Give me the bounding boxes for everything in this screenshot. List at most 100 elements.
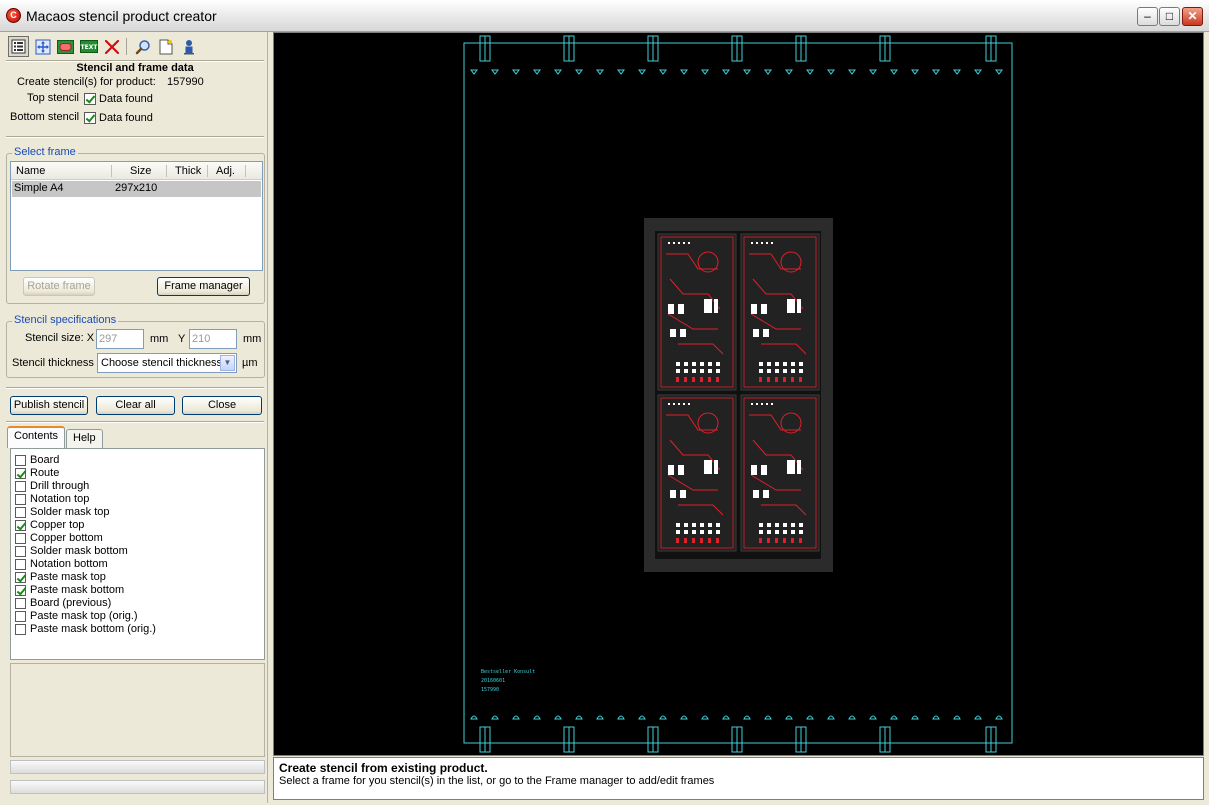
content-label: Paste mask top (orig.) <box>30 610 138 622</box>
frame-hole-marker <box>533 69 541 75</box>
content-checkbox[interactable] <box>15 585 26 596</box>
rotate-frame-button[interactable]: Rotate frame <box>23 277 95 296</box>
horizontal-scrollbar[interactable] <box>10 760 265 774</box>
frame-hole-marker <box>659 715 667 720</box>
layers-icon[interactable] <box>8 36 29 57</box>
content-checkbox[interactable] <box>15 507 26 518</box>
maximize-button[interactable]: □ <box>1159 7 1180 26</box>
column-adj[interactable]: Adj. <box>216 165 235 177</box>
pcb-pad <box>756 242 758 244</box>
table-row[interactable]: Simple A4 297x210 <box>12 181 261 197</box>
content-label: Copper top <box>30 519 85 531</box>
pcb-pad <box>668 465 674 475</box>
content-label: Drill through <box>30 480 90 492</box>
stencil-size-x-field[interactable]: 297 <box>96 329 144 349</box>
pcb-pad <box>700 530 704 534</box>
frame-size-cell: 297x210 <box>115 182 158 194</box>
pcb-pad <box>791 530 795 534</box>
frame-hole-marker <box>743 715 751 720</box>
frame-hole-marker <box>470 69 478 75</box>
pcb-pad <box>751 403 753 405</box>
zoom-icon[interactable] <box>132 36 153 57</box>
chevron-down-icon[interactable]: ▼ <box>220 355 235 371</box>
stencil-preview-canvas[interactable]: Bestseller Konsult 20160601 157990 <box>273 32 1204 756</box>
frame-hole-marker <box>932 715 940 720</box>
text-icon[interactable]: TEXT <box>78 36 99 57</box>
pcb-pad <box>676 538 679 543</box>
board-text-line: Bestseller Konsult <box>481 669 535 675</box>
frame-hole-marker <box>785 715 793 720</box>
content-label: Solder mask bottom <box>30 545 128 557</box>
column-size[interactable]: Size <box>130 165 151 177</box>
pcb-pad <box>708 538 711 543</box>
pcb-pad <box>767 377 770 382</box>
frame-manager-button[interactable]: Frame manager <box>157 277 250 296</box>
fit-view-icon[interactable] <box>32 36 53 57</box>
tab-contents[interactable]: Contents <box>7 426 66 448</box>
frame-hole-marker <box>491 715 499 720</box>
y-label: Y <box>178 333 186 345</box>
pcb-pad <box>700 362 704 366</box>
publish-stencil-button[interactable]: Publish stencil <box>10 396 88 415</box>
pcb-pad <box>692 377 695 382</box>
bottom-stencil-checkbox[interactable] <box>84 112 96 124</box>
pcb-pad <box>775 538 778 543</box>
tab-help[interactable]: Help <box>66 429 103 448</box>
window-title: Macaos stencil product creator <box>26 8 217 24</box>
frame-hole-marker <box>974 715 982 720</box>
frame-hole-marker <box>491 69 499 75</box>
top-stencil-checkbox[interactable] <box>84 93 96 105</box>
content-checkbox[interactable] <box>15 559 26 570</box>
new-document-icon[interactable] <box>155 36 176 57</box>
status-title: Create stencil from existing product. <box>279 761 488 775</box>
frame-hole-marker <box>953 69 961 75</box>
column-name[interactable]: Name <box>16 165 45 177</box>
frame-hole-marker <box>869 715 877 720</box>
content-checkbox[interactable] <box>15 533 26 544</box>
pcb-pad <box>716 377 719 382</box>
content-checkbox[interactable] <box>15 611 26 622</box>
horizontal-scrollbar[interactable] <box>10 780 265 794</box>
bottom-stencil-status: Data found <box>99 112 153 124</box>
contents-panel: Board Route Drill through Notation top Solde… <box>10 448 265 660</box>
frame-hole-marker <box>638 69 646 75</box>
pcb-pad <box>783 523 787 527</box>
column-thick[interactable]: Thick <box>175 165 201 177</box>
close-window-button[interactable]: ✕ <box>1182 7 1203 26</box>
content-checkbox[interactable] <box>15 481 26 492</box>
pcb-pad <box>684 362 688 366</box>
close-button[interactable]: Close <box>182 396 262 415</box>
frame-hole-marker <box>680 69 688 75</box>
frame-hole-marker <box>764 69 772 75</box>
svg-text:TEXT: TEXT <box>80 44 97 51</box>
content-checkbox[interactable] <box>15 455 26 466</box>
board-icon[interactable] <box>55 36 76 57</box>
content-checkbox[interactable] <box>15 572 26 583</box>
x-unit-label: mm <box>150 333 169 345</box>
pcb-pad <box>692 369 696 373</box>
pcb-pad <box>766 403 768 405</box>
frame-list[interactable]: Name Size Thick Adj. Simple A4 297x210 <box>10 161 263 271</box>
content-checkbox[interactable] <box>15 468 26 479</box>
stencil-thickness-select[interactable]: Choose stencil thickness ▼ <box>97 353 237 373</box>
content-checkbox[interactable] <box>15 598 26 609</box>
toolbar: TEXT <box>8 35 266 59</box>
content-checkbox[interactable] <box>15 624 26 635</box>
frame-hole-marker <box>995 69 1003 75</box>
content-label: Route <box>30 467 60 479</box>
delete-icon[interactable] <box>101 36 122 57</box>
column-divider <box>166 165 167 177</box>
user-icon[interactable] <box>178 36 199 57</box>
pcb-pad <box>775 523 779 527</box>
content-checkbox[interactable] <box>15 546 26 557</box>
pcb-pad <box>680 329 686 337</box>
pcb-pad <box>676 377 679 382</box>
content-checkbox[interactable] <box>15 520 26 531</box>
minimize-button[interactable]: – <box>1137 7 1158 26</box>
clear-all-button[interactable]: Clear all <box>96 396 175 415</box>
stencil-size-y-field[interactable]: 210 <box>189 329 237 349</box>
pcb-pad <box>716 530 720 534</box>
pcb-pad <box>759 530 763 534</box>
content-checkbox[interactable] <box>15 494 26 505</box>
pcb-pad <box>688 242 690 244</box>
